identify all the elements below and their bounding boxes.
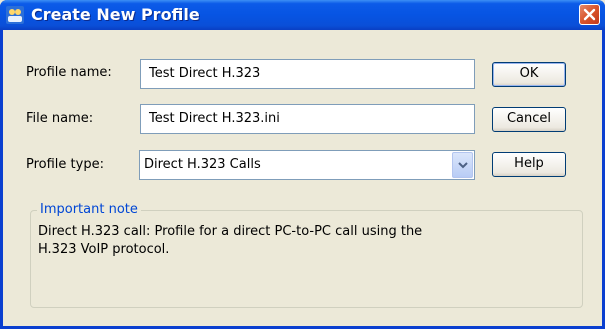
dropdown-button[interactable] bbox=[452, 152, 473, 178]
important-note-title: Important note bbox=[37, 202, 141, 217]
close-icon bbox=[583, 8, 596, 21]
close-button[interactable] bbox=[579, 4, 600, 25]
file-name-input[interactable]: Test Direct H.323.ini bbox=[140, 104, 475, 134]
profile-name-input[interactable]: Test Direct H.323 bbox=[140, 59, 475, 89]
profile-type-select[interactable]: Direct H.323 Calls bbox=[139, 150, 475, 180]
important-note-text: Direct H.323 call: Profile for a direct … bbox=[38, 223, 498, 259]
help-button[interactable]: Help bbox=[492, 152, 566, 177]
chevron-down-icon bbox=[458, 162, 468, 169]
profile-name-label: Profile name: bbox=[26, 65, 112, 80]
cancel-button[interactable]: Cancel bbox=[492, 107, 566, 132]
title-bar[interactable]: Create New Profile bbox=[0, 0, 605, 30]
create-new-profile-dialog: Create New Profile Profile name: Test Di… bbox=[0, 0, 605, 329]
ok-button[interactable]: OK bbox=[492, 62, 566, 87]
note-line-2: H.323 VoIP protocol. bbox=[38, 242, 170, 257]
profile-app-icon bbox=[6, 6, 24, 24]
profile-type-label: Profile type: bbox=[26, 157, 104, 172]
note-line-1: Direct H.323 call: Profile for a direct … bbox=[38, 224, 423, 239]
profile-type-value: Direct H.323 Calls bbox=[144, 157, 261, 172]
window-title: Create New Profile bbox=[31, 5, 200, 24]
file-name-label: File name: bbox=[26, 111, 94, 126]
